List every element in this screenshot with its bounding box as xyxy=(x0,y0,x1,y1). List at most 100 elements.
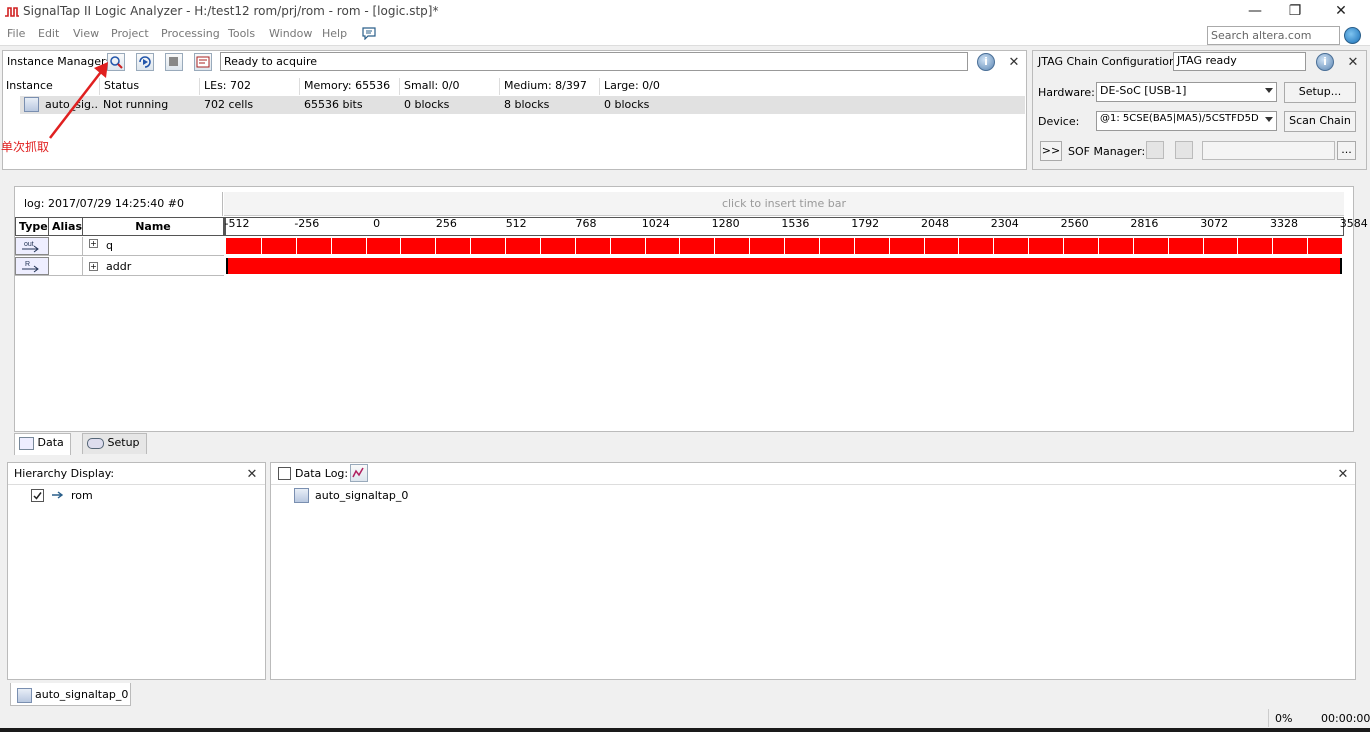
instance-small: 0 blocks xyxy=(400,96,500,114)
device-select[interactable]: @1: 5CSE(BA5|MA5)/5CSTFD5D xyxy=(1096,111,1277,131)
ruler-tick-label: 1280 xyxy=(711,217,740,230)
q-transition-mark xyxy=(1307,238,1308,254)
menu-window[interactable]: Window xyxy=(269,27,312,40)
data-log-checkbox[interactable] xyxy=(278,467,291,480)
expand-icon[interactable]: + xyxy=(89,262,98,271)
autorun-analysis-icon[interactable] xyxy=(136,53,154,71)
q-transition-mark xyxy=(331,238,332,254)
stop-program-icon[interactable] xyxy=(1175,141,1193,159)
ruler-tick-label: 3328 xyxy=(1270,217,1298,230)
acquire-status-field: Ready to acquire xyxy=(220,52,968,71)
waveform-addr[interactable] xyxy=(226,258,1342,274)
info-icon[interactable]: i xyxy=(977,53,995,71)
instance-manager-close-icon[interactable]: ✕ xyxy=(1007,55,1021,70)
sof-manager-label: SOF Manager: xyxy=(1068,145,1146,158)
taskbar-edge xyxy=(0,728,1370,732)
setup-button[interactable]: Setup... xyxy=(1284,82,1356,103)
col-large[interactable]: Large: 0/0 xyxy=(600,78,700,95)
col-les[interactable]: LEs: 702 xyxy=(200,78,300,95)
ruler-tick-label: 1792 xyxy=(851,217,880,230)
menu-processing[interactable]: Processing xyxy=(161,27,220,40)
read-data-icon[interactable] xyxy=(194,53,212,71)
hardware-select[interactable]: DE-SoC [USB-1] xyxy=(1096,82,1277,102)
data-log-label: Data Log: xyxy=(295,467,349,480)
col-name[interactable]: Name xyxy=(83,217,224,236)
globe-icon[interactable] xyxy=(1344,27,1361,44)
data-log-panel xyxy=(270,462,1356,680)
window-title: SignalTap II Logic Analyzer - H:/test12 … xyxy=(23,4,439,18)
browse-button[interactable]: ... xyxy=(1337,141,1356,160)
q-transition-mark xyxy=(714,238,715,254)
menu-tools[interactable]: Tools xyxy=(228,27,255,40)
restore-button[interactable]: ❐ xyxy=(1272,0,1318,22)
stop-analysis-icon[interactable] xyxy=(165,53,183,71)
annotation-label: 单次抓取 xyxy=(1,140,50,154)
menu-edit[interactable]: Edit xyxy=(38,27,59,40)
menu-help[interactable]: Help xyxy=(322,27,347,40)
feedback-icon[interactable] xyxy=(362,27,376,40)
q-transition-mark xyxy=(993,238,994,254)
jtag-status-field: JTAG ready xyxy=(1173,52,1306,71)
progress-text: 0% xyxy=(1275,712,1293,725)
data-log-item[interactable]: auto_signaltap_0 xyxy=(315,489,408,502)
col-type[interactable]: Type xyxy=(15,217,49,236)
q-transition-mark xyxy=(1133,238,1134,254)
signal-name[interactable]: addr xyxy=(106,260,131,273)
q-transition-mark xyxy=(749,238,750,254)
hierarchy-close-icon[interactable]: ✕ xyxy=(245,467,259,482)
time-bar-hint[interactable]: click to insert time bar xyxy=(224,192,1344,216)
q-transition-mark xyxy=(296,238,297,254)
register-icon: R xyxy=(15,257,49,275)
instance-medium: 8 blocks xyxy=(500,96,600,114)
q-transition-mark xyxy=(505,238,506,254)
q-transition-mark xyxy=(1237,238,1238,254)
log-label: log: 2017/07/29 14:25:40 #0 xyxy=(24,197,184,210)
q-transition-mark xyxy=(1272,238,1273,254)
jtag-label: JTAG Chain Configuration: xyxy=(1038,55,1180,68)
expand-button[interactable]: >> xyxy=(1040,141,1062,161)
jtag-close-icon[interactable]: ✕ xyxy=(1346,55,1360,70)
hierarchy-item-rom[interactable]: rom xyxy=(71,489,93,502)
instance-large: 0 blocks xyxy=(600,96,700,114)
q-transition-mark xyxy=(1098,238,1099,254)
tab-data[interactable]: Data xyxy=(14,433,71,455)
ruler-tick-label: 1024 xyxy=(641,217,670,230)
signal-name[interactable]: q xyxy=(106,239,113,252)
ruler-tick-label: 2048 xyxy=(921,217,949,230)
rom-checkbox[interactable] xyxy=(31,489,44,502)
col-memory[interactable]: Memory: 65536 xyxy=(300,78,400,95)
status-divider xyxy=(1268,709,1269,727)
instance-tab-icon xyxy=(17,688,32,703)
output-port-icon: out xyxy=(15,237,49,255)
svg-text:out: out xyxy=(24,241,34,248)
close-window-button[interactable]: ✕ xyxy=(1318,0,1364,22)
menu-view[interactable]: View xyxy=(73,27,99,40)
hierarchy-panel xyxy=(7,462,266,680)
q-transition-mark xyxy=(610,238,611,254)
device-label: Device: xyxy=(1038,115,1080,128)
tab-setup[interactable]: Setup xyxy=(82,433,147,454)
jtag-info-icon[interactable]: i xyxy=(1316,53,1334,71)
search-input[interactable]: Search altera.com xyxy=(1207,26,1340,45)
q-transition-mark xyxy=(958,238,959,254)
col-medium[interactable]: Medium: 8/397 xyxy=(500,78,600,95)
menu-project[interactable]: Project xyxy=(111,27,149,40)
expand-icon[interactable]: + xyxy=(89,239,98,248)
program-device-icon[interactable] xyxy=(1146,141,1164,159)
q-transition-mark xyxy=(540,238,541,254)
col-alias[interactable]: Alias xyxy=(49,217,83,236)
annotation-arrow xyxy=(49,62,108,139)
menu-file[interactable]: File xyxy=(7,27,25,40)
scan-chain-button[interactable]: Scan Chain xyxy=(1284,111,1356,132)
hardware-value: DE-SoC [USB-1] xyxy=(1100,84,1187,97)
instance-les: 702 cells xyxy=(200,96,300,114)
q-transition-mark xyxy=(366,238,367,254)
data-log-close-icon[interactable]: ✕ xyxy=(1336,467,1350,482)
ruler-tick-label: 3584 xyxy=(1339,217,1368,230)
ruler-tick-label: 768 xyxy=(575,217,597,230)
data-log-icon[interactable] xyxy=(350,464,368,482)
waveform-q[interactable] xyxy=(226,238,1342,254)
sof-file-field[interactable] xyxy=(1202,141,1335,160)
q-transition-mark xyxy=(645,238,646,254)
col-small[interactable]: Small: 0/0 xyxy=(400,78,500,95)
